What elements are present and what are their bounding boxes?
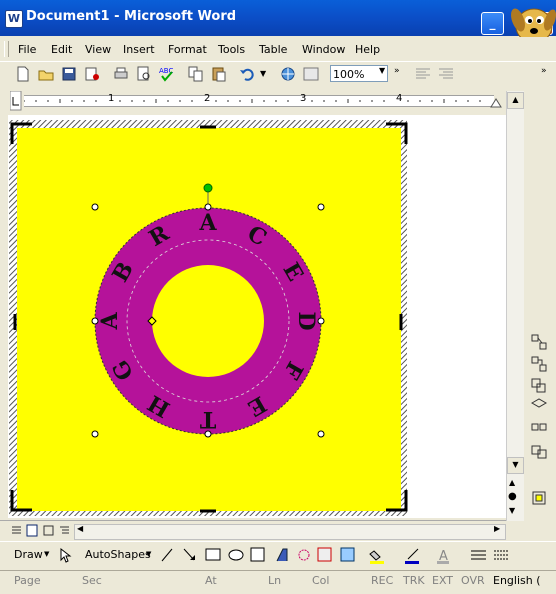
scroll-up-button[interactable]: ▲ <box>507 92 524 109</box>
drawing-tools-icons[interactable]: A <box>160 546 520 564</box>
diagram-icon <box>298 549 310 561</box>
wordart-canvas[interactable]: BR A CEDFETHGA <box>8 118 408 518</box>
oval-icon <box>228 549 244 561</box>
horizontal-scrollbar[interactable] <box>74 524 506 540</box>
menu-help[interactable]: Help <box>355 43 380 56</box>
status-page: Page <box>14 574 41 587</box>
select-objects-icon[interactable] <box>58 547 72 563</box>
menu-grip[interactable] <box>4 41 9 57</box>
status-column: Col <box>312 574 330 587</box>
menu-insert[interactable]: Insert <box>123 43 155 56</box>
autoshapes-dropdown-icon[interactable]: ▼ <box>146 550 151 558</box>
selection-handle[interactable] <box>91 430 99 438</box>
status-language: English ( <box>493 574 541 587</box>
ring-hole <box>152 265 264 377</box>
selection-handle[interactable] <box>91 203 99 211</box>
spelling-check-icon[interactable]: ABC <box>158 65 176 83</box>
menu-view[interactable]: View <box>85 43 111 56</box>
menu-window[interactable]: Window <box>302 43 345 56</box>
select-browse-object-icon[interactable]: ● <box>508 491 517 502</box>
right-indent-marker-icon[interactable] <box>490 96 502 108</box>
align-right-icon[interactable] <box>437 65 455 83</box>
status-line: Ln <box>268 574 282 587</box>
zoom-dropdown-icon[interactable]: ▼ <box>379 66 385 75</box>
status-ovr[interactable]: OVR <box>461 574 485 587</box>
rectangle-icon <box>205 548 221 561</box>
status-ext[interactable]: EXT <box>432 574 453 587</box>
scroll-down-button[interactable]: ▼ <box>507 457 524 474</box>
scroll-right-button[interactable]: ▶ <box>494 524 500 533</box>
menu-format[interactable]: Format <box>168 43 207 56</box>
dash-style-icon <box>494 550 509 560</box>
line-icon <box>161 548 173 562</box>
selection-handle[interactable] <box>204 430 212 438</box>
status-section: Sec <box>82 574 102 587</box>
clip-art-icon <box>317 547 332 562</box>
wordart-letter: A <box>198 210 217 236</box>
text-box-icon <box>250 547 265 562</box>
selection-handle[interactable] <box>91 317 99 325</box>
fill-color-icon <box>369 550 381 561</box>
save-icon[interactable] <box>60 65 78 83</box>
window-title: Document1 - Microsoft Word <box>26 9 237 24</box>
menu-tools[interactable]: Tools <box>218 43 245 56</box>
selection-handle[interactable] <box>317 317 325 325</box>
undo-icon[interactable] <box>238 65 256 83</box>
paste-icon[interactable] <box>210 65 228 83</box>
new-document-icon[interactable] <box>14 65 32 83</box>
ruler-number-2: 2 <box>204 93 211 104</box>
insert-hyperlink-icon[interactable] <box>279 65 297 83</box>
wordart-icon <box>276 548 288 562</box>
undo-dropdown-icon[interactable]: ▼ <box>260 69 266 78</box>
insert-picture-icon <box>340 547 355 562</box>
menu-edit[interactable]: Edit <box>51 43 72 56</box>
word-app-icon[interactable]: W <box>5 10 23 28</box>
tab-selector-icon[interactable] <box>10 91 22 111</box>
next-page-icon[interactable]: ▼ <box>509 506 515 515</box>
open-folder-icon[interactable] <box>37 65 55 83</box>
right-toolbar-icons[interactable] <box>529 332 549 512</box>
scroll-left-button[interactable]: ◀ <box>77 524 83 533</box>
draw-menu-button[interactable]: Draw <box>14 548 43 561</box>
draw-dropdown-icon[interactable]: ▼ <box>44 550 49 558</box>
wordart-letter: T <box>199 406 216 432</box>
autoshapes-menu-button[interactable]: AutoShapes <box>85 548 151 561</box>
ruler-number-1: 1 <box>108 93 115 104</box>
print-preview-icon[interactable] <box>135 65 153 83</box>
wordart-letter: D <box>293 311 319 330</box>
previous-page-icon[interactable]: ▲ <box>509 478 515 487</box>
menu-table[interactable]: Table <box>259 43 287 56</box>
line-style-icon <box>471 550 486 560</box>
ruler-ticks <box>24 99 481 103</box>
toolbar-options-icon-2[interactable]: » <box>541 66 547 76</box>
status-at: At <box>205 574 217 587</box>
view-buttons[interactable] <box>10 524 72 538</box>
ruler-number-4: 4 <box>396 93 403 104</box>
selection-handle[interactable] <box>317 203 325 211</box>
tables-borders-icon[interactable] <box>302 65 320 83</box>
selection-handle[interactable] <box>204 203 212 211</box>
permission-icon[interactable] <box>83 65 101 83</box>
rotation-handle[interactable] <box>203 183 213 193</box>
selection-handle[interactable] <box>317 430 325 438</box>
ruler-number-3: 3 <box>300 93 307 104</box>
status-trk[interactable]: TRK <box>403 574 425 587</box>
align-left-icon[interactable] <box>414 65 432 83</box>
wordart-letter: A <box>97 312 123 331</box>
line-color-icon <box>407 548 419 560</box>
menu-file[interactable]: File <box>18 43 36 56</box>
arrow-icon <box>183 548 195 561</box>
print-icon[interactable] <box>112 65 130 83</box>
copy-icon[interactable] <box>187 65 205 83</box>
status-rec[interactable]: REC <box>371 574 393 587</box>
toolbar-options-icon[interactable]: » <box>394 66 400 76</box>
